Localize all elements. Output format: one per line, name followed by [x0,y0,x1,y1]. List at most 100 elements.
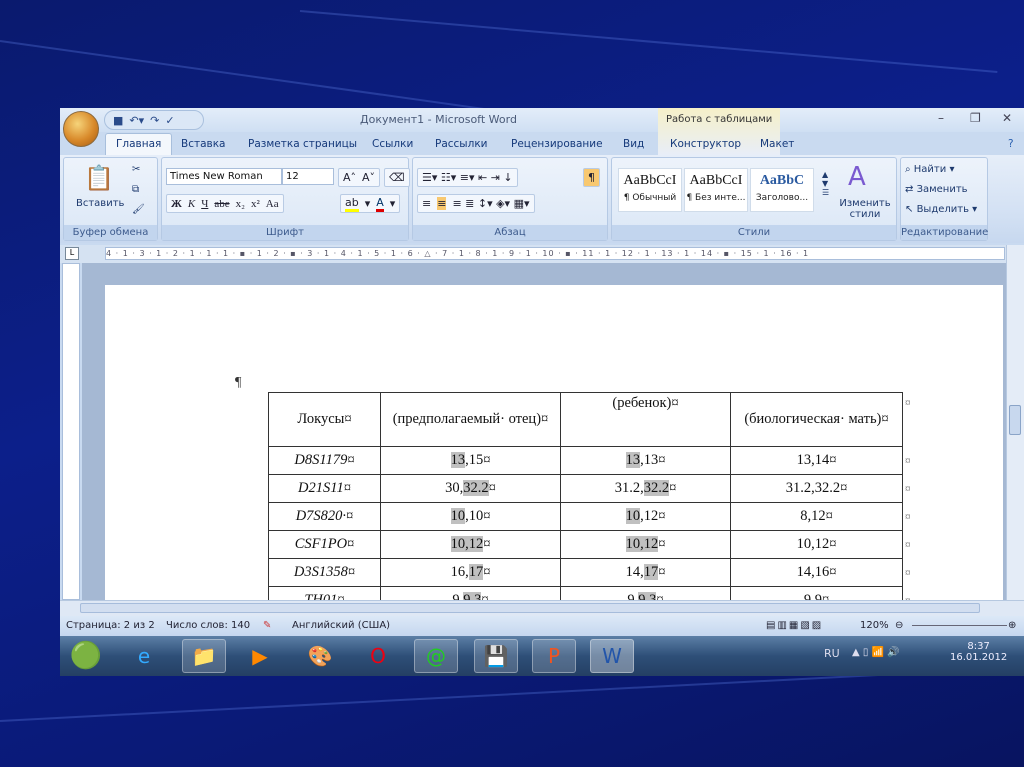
allele-cell[interactable]: 10,12¤ [560,502,731,531]
select-button[interactable]: ↖ Выделить ▾ [905,204,977,215]
tab-layout[interactable]: Макет [760,138,794,150]
show-marks-button[interactable]: ¶ [583,168,600,187]
locus-cell[interactable]: CSF1PO¤ [268,530,381,559]
clock[interactable]: 8:37 16.01.2012 [950,641,1007,663]
allele-cell[interactable]: 13,13¤ [560,446,731,475]
allele-cell[interactable]: 30,32.2¤ [380,474,561,503]
allele-cell[interactable]: 13,14¤ [730,446,903,475]
vertical-ruler[interactable] [62,263,80,600]
find-button[interactable]: ⌕ Найти ▾ [905,164,954,175]
zoom-level[interactable]: 120% [860,620,889,631]
style-no-spacing[interactable]: AaBbCcI ¶ Без инте... [684,168,748,212]
tab-mailings[interactable]: Рассылки [435,138,487,150]
view-buttons[interactable]: ▤▥▦▧▨ [766,620,823,631]
allele-cell[interactable]: 8,12¤ [730,502,903,531]
save-icon[interactable]: ■ [113,114,123,127]
vertical-scrollbar[interactable] [1006,245,1024,600]
header-cell[interactable]: (предполагаемый· отец)¤ [380,392,561,447]
maximize-button[interactable]: ❐ [970,111,981,125]
paint-icon[interactable]: 🎨 [298,639,342,673]
allele-cell[interactable]: 10,12¤ [380,530,561,559]
zoom-out-button[interactable]: ⊖ [895,620,903,631]
mail-agent-icon[interactable]: @ [414,639,458,673]
italic-button[interactable]: К [188,198,195,210]
tab-home[interactable]: Главная [105,133,173,156]
superscript-button[interactable]: x² [251,198,260,210]
close-button[interactable]: ✕ [1002,111,1012,125]
language[interactable]: Английский (США) [292,620,390,631]
font-name-select[interactable]: Times New Roman [166,168,282,185]
tab-selector[interactable]: L [65,247,79,260]
word-icon[interactable]: W [590,639,634,673]
help-icon[interactable]: ? [1008,138,1014,150]
font-grow-shrink[interactable]: A˄ A˅ [338,168,381,187]
format-painter-icon[interactable]: 🖌 [132,204,145,215]
tab-view[interactable]: Вид [623,138,644,150]
office-button[interactable] [63,111,99,147]
styles-scroll-icon[interactable]: ▲ ▼ ☰ [822,170,829,197]
undo-icon[interactable]: ↶▾ [129,114,144,127]
language-indicator[interactable]: RU [824,647,840,660]
change-case-button[interactable]: Aa [266,198,279,210]
grow-font-button[interactable]: A˄ [343,171,356,184]
allele-cell[interactable]: 10,12¤ [560,530,731,559]
start-button[interactable]: 🟢 [64,639,108,673]
strikethrough-button[interactable]: abe [214,198,229,210]
allele-cell[interactable]: 14,16¤ [730,558,903,587]
word-count[interactable]: Число слов: 140 [166,620,250,631]
zoom-slider[interactable] [912,625,1007,626]
shrink-font-button[interactable]: A˅ [362,171,375,184]
header-cell[interactable]: (ребенок)¤ [560,392,731,447]
style-normal[interactable]: AaBbCcI ¶ Обычный [618,168,682,212]
bold-button[interactable]: Ж [171,198,182,210]
explorer-icon[interactable]: 📁 [182,639,226,673]
tray-icons[interactable]: ▲ ▯ 📶 🔊 [852,647,900,658]
loci-table[interactable]: Локусы¤ (предполагаемый· отец)¤ (ребенок… [268,392,903,615]
tab-page-layout[interactable]: Разметка страницы [248,138,357,150]
scroll-thumb[interactable] [1009,405,1021,435]
allele-cell[interactable]: 31.2,32.2¤ [560,474,731,503]
allele-cell[interactable]: 31.2,32.2¤ [730,474,903,503]
page-count[interactable]: Страница: 2 из 2 [66,620,155,631]
document-page[interactable]: ¶ Локусы¤ (предполагаемый· отец)¤ (ребен… [105,285,1003,615]
proofing-icon[interactable]: ✎ [263,620,271,631]
redo-icon[interactable]: ↷ [150,114,159,127]
internet-explorer-icon[interactable]: e [122,639,166,673]
horizontal-scrollbar[interactable] [60,600,1024,616]
locus-cell[interactable]: D8S1179¤ [268,446,381,475]
change-styles-icon[interactable]: A [848,162,866,192]
align-buttons[interactable]: ≡ ≡ ≡ ≣ ↕▾ ◈▾ ▦▾ [417,194,535,213]
minimize-button[interactable]: – [938,111,944,125]
zoom-in-button[interactable]: ⊕ [1008,620,1016,631]
allele-cell[interactable]: 10,10¤ [380,502,561,531]
opera-icon[interactable]: O [356,639,400,673]
locus-cell[interactable]: D21S11¤ [268,474,381,503]
allele-cell[interactable]: 13,15¤ [380,446,561,475]
header-cell[interactable]: (биологическая· мать)¤ [730,392,903,447]
change-styles-button[interactable]: Изменить стили [838,198,892,220]
media-player-icon[interactable]: ▶ [238,639,282,673]
font-color-icon[interactable]: A [376,196,384,212]
scroll-thumb[interactable] [80,603,980,613]
locus-cell[interactable]: D3S1358¤ [268,558,381,587]
ruler-scale[interactable]: 4 · 1 · 3 · 1 · 2 · 1 · 1 · 1 · ▪ · 1 · … [105,247,1005,260]
clear-format-icon[interactable]: ⌫ [384,168,410,187]
save-disk-icon[interactable]: 💾 [474,639,518,673]
tab-insert[interactable]: Вставка [181,138,226,150]
style-heading[interactable]: AaBbC Заголово... [750,168,814,212]
font-size-select[interactable]: 12 [282,168,334,185]
allele-cell[interactable]: 16,17¤ [380,558,561,587]
tab-design[interactable]: Конструктор [670,138,741,150]
highlight-color-icon[interactable]: ab ▾ A ▾ [340,194,401,213]
copy-icon[interactable]: ⧉ [132,184,139,195]
replace-button[interactable]: ⇄ Заменить [905,184,968,195]
allele-cell[interactable]: 10,12¤ [730,530,903,559]
allele-cell[interactable]: 14,17¤ [560,558,731,587]
locus-cell[interactable]: D7S820·¤ [268,502,381,531]
underline-button[interactable]: Ч [201,198,208,210]
header-cell[interactable]: Локусы¤ [268,392,381,447]
list-buttons[interactable]: ☰▾ ☷▾ ≡▾ ⇤ ⇥ ↓ [417,168,518,187]
subscript-button[interactable]: x₂ [236,198,245,210]
spelling-icon[interactable]: ✓ [165,114,174,127]
powerpoint-icon[interactable]: P [532,639,576,673]
